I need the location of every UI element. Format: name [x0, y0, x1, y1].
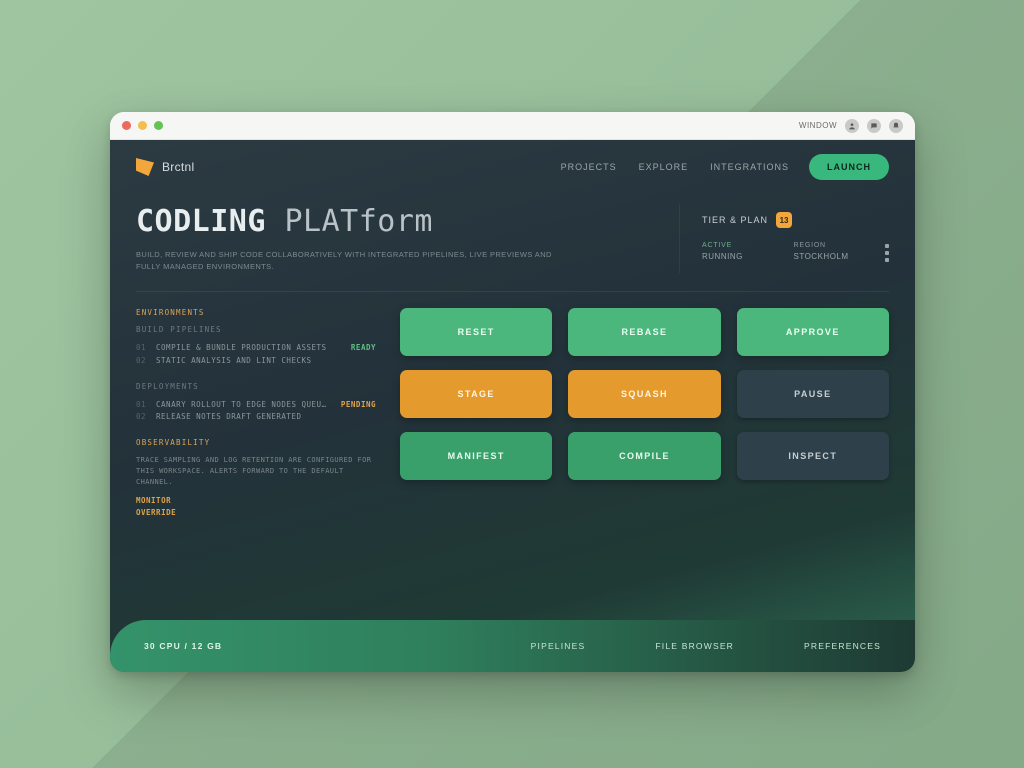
- nav-links: Projects Explore Integrations: [561, 162, 789, 172]
- metric-value-1: Stockholm: [794, 252, 878, 261]
- page-title: CODLING PLATform: [136, 204, 649, 239]
- list-section-label-3: Observability: [136, 438, 376, 447]
- action-grid: Reset Rebase Approve Stage Squash Pause …: [400, 308, 889, 620]
- launch-button[interactable]: Launch: [809, 154, 889, 180]
- maximize-window-button[interactable]: [154, 121, 163, 130]
- card-inspect[interactable]: Inspect: [737, 432, 889, 480]
- nav-link-projects[interactable]: Projects: [561, 162, 617, 172]
- status-label: Tier & Plan: [702, 215, 768, 225]
- side-list: Environments Build Pipelines 01 Compile …: [136, 308, 376, 620]
- card-pause[interactable]: Pause: [737, 370, 889, 418]
- minimize-window-button[interactable]: [138, 121, 147, 130]
- app-body: Brctnl Projects Explore Integrations Lau…: [110, 140, 915, 672]
- page-subtitle: Build, review and ship code collaborativ…: [136, 249, 556, 273]
- close-window-button[interactable]: [122, 121, 131, 130]
- list-item[interactable]: 01 Compile & bundle production assets Re…: [136, 342, 376, 355]
- list-section-desc: Trace sampling and log retention are con…: [136, 455, 376, 489]
- window-controls: [122, 121, 163, 130]
- card-squash[interactable]: Squash: [568, 370, 720, 418]
- list-section-deployments: Deployments 01 Canary rollout to edge no…: [136, 382, 376, 425]
- footer-link-preferences[interactable]: Preferences: [804, 641, 881, 651]
- titlebar-menu-label[interactable]: Window: [799, 121, 837, 130]
- list-item[interactable]: 01 Canary rollout to edge nodes queued P…: [136, 399, 376, 412]
- observability-tag-1[interactable]: Monitor: [136, 495, 171, 508]
- status-panel: Tier & Plan 13 Active Running Region Sto…: [679, 204, 889, 273]
- main-content: Environments Build Pipelines 01 Compile …: [110, 292, 915, 620]
- status-badge: 13: [776, 212, 792, 228]
- footer-link-filebrowser[interactable]: File Browser: [655, 641, 734, 651]
- card-compile[interactable]: Compile: [568, 432, 720, 480]
- user-icon[interactable]: [845, 119, 859, 133]
- card-rebase[interactable]: Rebase: [568, 308, 720, 356]
- metric-label-0: Active: [702, 242, 786, 249]
- brand[interactable]: Brctnl: [136, 158, 194, 176]
- brand-mark-icon: [136, 158, 154, 176]
- list-item[interactable]: 02 Static analysis and lint checks: [136, 355, 376, 368]
- bell-icon[interactable]: [889, 119, 903, 133]
- list-section-label-1: Build Pipelines: [136, 325, 376, 334]
- footer-bar: 30 CPU / 12 GB Pipelines File Browser Pr…: [110, 620, 915, 672]
- footer-resources: 30 CPU / 12 GB: [144, 641, 222, 651]
- page-title-light: PLATform: [285, 204, 434, 239]
- list-item[interactable]: 02 Release notes draft generated: [136, 411, 376, 424]
- list-section-observability: Observability Trace sampling and log ret…: [136, 438, 376, 520]
- titlebar: Window: [110, 112, 915, 140]
- card-stage[interactable]: Stage: [400, 370, 552, 418]
- app-window: Window Brctnl Projects Explore Integ: [110, 112, 915, 672]
- metric-label-1: Region: [794, 242, 878, 249]
- nav-link-integrations[interactable]: Integrations: [710, 162, 789, 172]
- nav-link-explore[interactable]: Explore: [639, 162, 689, 172]
- chat-icon[interactable]: [867, 119, 881, 133]
- status-overflow-menu[interactable]: [885, 242, 889, 262]
- card-manifest[interactable]: Manifest: [400, 432, 552, 480]
- card-approve[interactable]: Approve: [737, 308, 889, 356]
- footer-link-pipelines[interactable]: Pipelines: [531, 641, 586, 651]
- card-reset[interactable]: Reset: [400, 308, 552, 356]
- observability-tag-2[interactable]: Override: [136, 507, 176, 520]
- list-section-pipelines: Build Pipelines 01 Compile & bundle prod…: [136, 325, 376, 368]
- list-section-label-2: Deployments: [136, 382, 376, 391]
- metric-value-0: Running: [702, 252, 786, 261]
- page-title-strong: CODLING: [136, 204, 266, 239]
- hero: CODLING PLATform Build, review and ship …: [110, 190, 915, 273]
- list-heading: Environments: [136, 308, 376, 317]
- brand-name: Brctnl: [162, 160, 194, 174]
- top-nav: Brctnl Projects Explore Integrations Lau…: [110, 140, 915, 190]
